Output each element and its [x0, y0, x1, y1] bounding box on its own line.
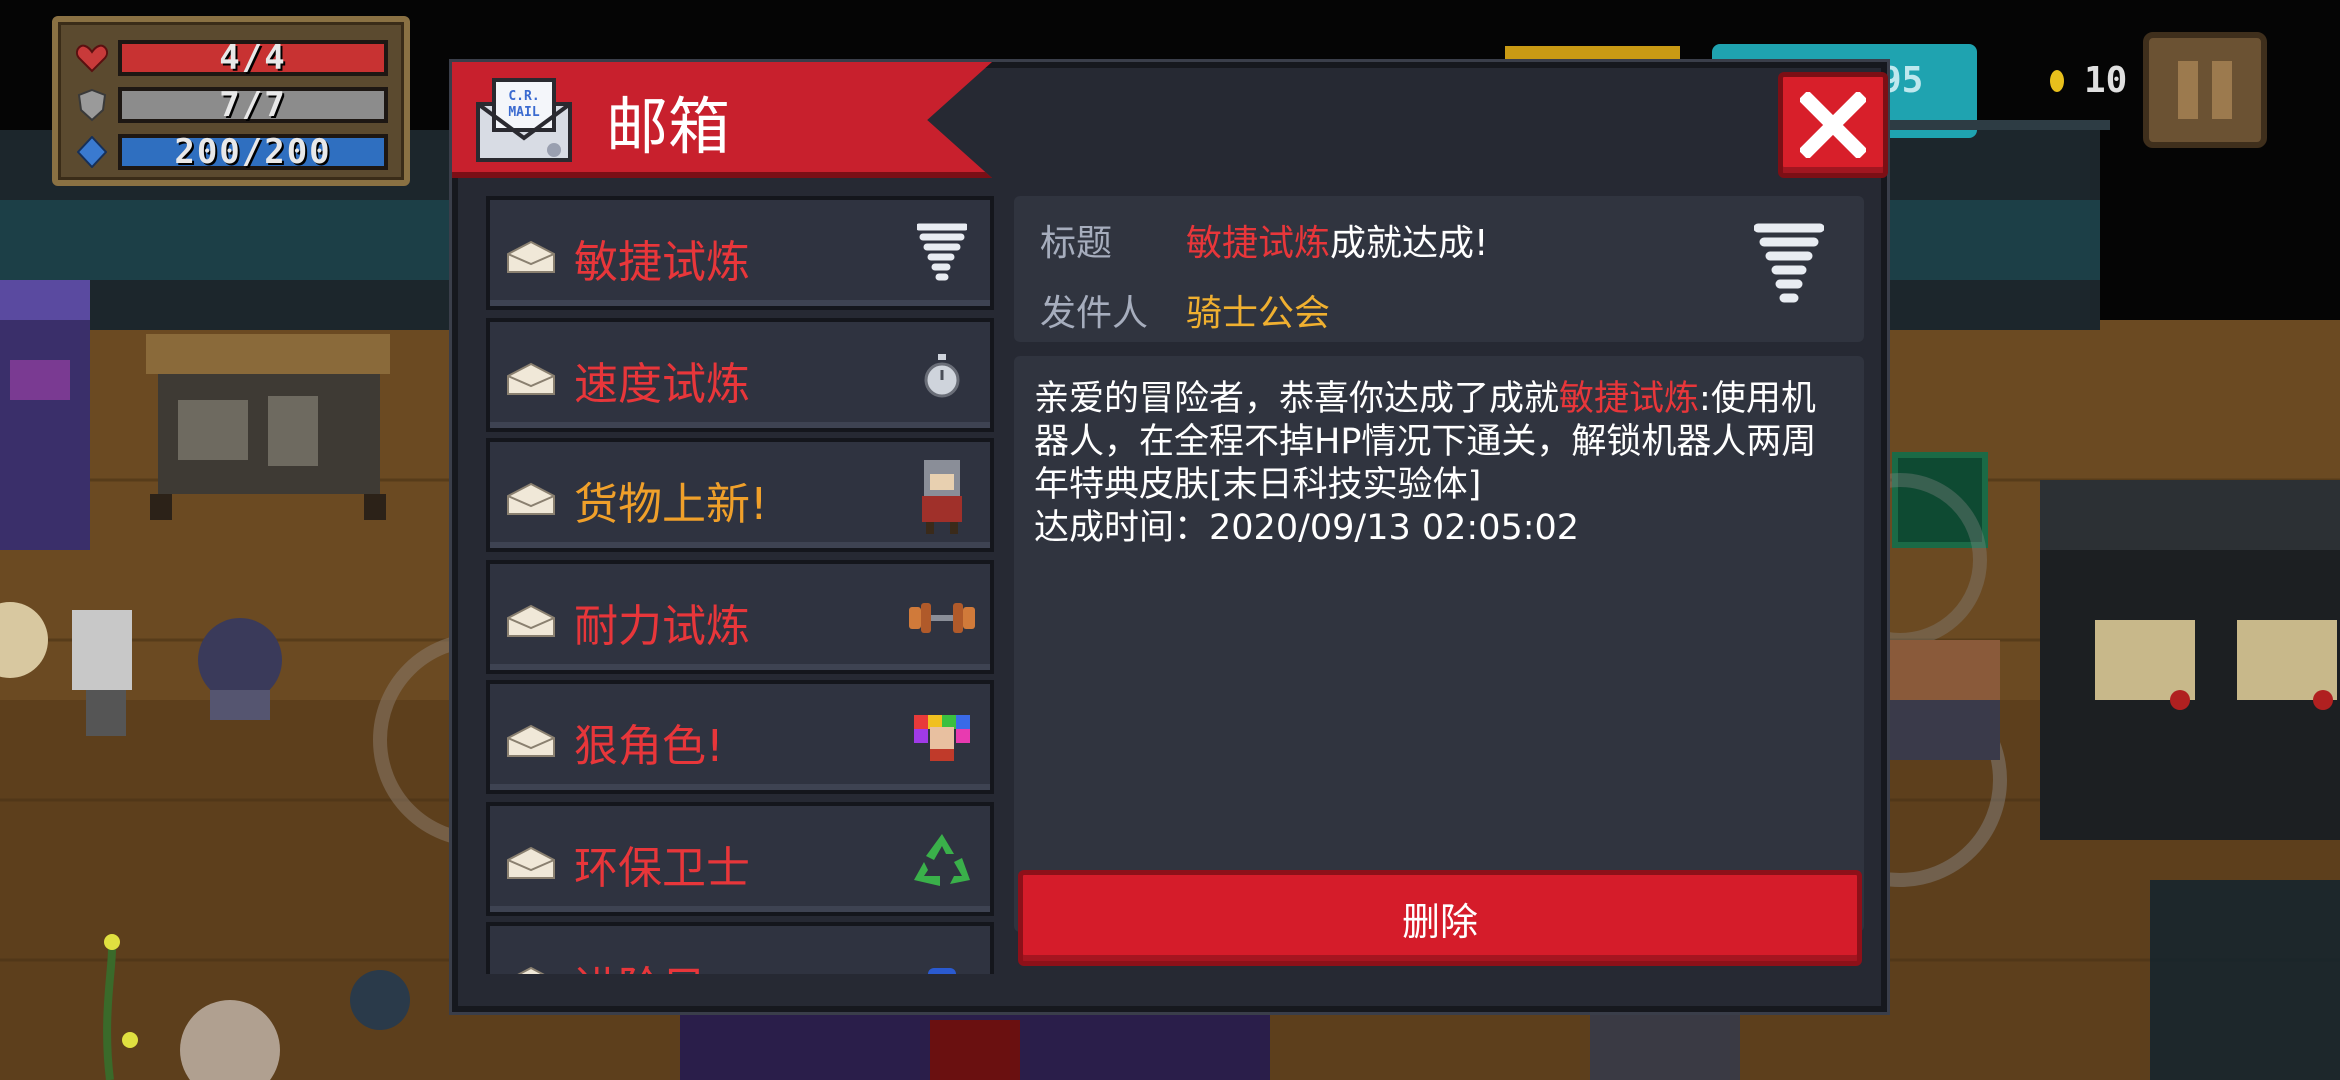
coin-counter: 10 — [2050, 60, 2127, 101]
player-stats-panel: 4/4 7/7 200/200 — [52, 16, 410, 186]
opened-envelope-icon — [507, 240, 555, 273]
mail-item-label: 环保卫士 — [574, 843, 750, 894]
energy-bar: 200/200 — [118, 131, 388, 172]
mail-item-label: 敏捷试炼 — [574, 237, 750, 288]
opened-envelope-icon — [507, 362, 555, 395]
close-button[interactable] — [1778, 72, 1888, 178]
mail-detail-body: 亲爱的冒险者，恭喜你达成了成就敏捷试炼:使用机器人，在全程不掉HP情况下通关，解… — [1014, 356, 1864, 932]
stopwatch-icon — [902, 336, 982, 416]
armor-row: 7/7 — [74, 81, 388, 128]
sender-value: 骑士公会 — [1186, 293, 1331, 334]
achieved-time-value: 2020/09/13 02:05:02 — [1209, 508, 1580, 548]
health-value: 4/4 — [219, 37, 287, 78]
mail-envelope-icon: C.R. MAIL — [476, 78, 572, 162]
opened-envelope-icon — [507, 482, 555, 515]
achieved-time-line: 达成时间：2020/09/13 02:05:02 — [1034, 507, 1844, 550]
svg-text:MAIL: MAIL — [508, 105, 539, 120]
health-row: 4/4 — [74, 34, 388, 81]
pause-button[interactable] — [2143, 32, 2267, 148]
character-icon — [902, 698, 982, 778]
mail-item-label: 狠角色! — [574, 721, 724, 772]
dialog-title: 邮箱 — [606, 90, 731, 163]
mail-item-label: 货物上新! — [574, 479, 768, 530]
coin-value: 10 — [2084, 60, 2128, 101]
tornado-icon — [1754, 223, 1824, 303]
energy-diamond-icon — [74, 134, 110, 170]
achieved-time-label: 达成时间： — [1034, 508, 1210, 548]
dialog-header: C.R. MAIL 邮箱 — [452, 62, 992, 178]
mail-list[interactable]: 敏捷试炼 速度试炼 货物上新! 耐力试炼 狠角色! 环保卫士 — [486, 196, 998, 974]
mail-item-label: 速度试炼 — [574, 359, 750, 410]
recycle-icon — [902, 820, 982, 900]
message-prefix: 亲爱的冒险者，恭喜你达成了成就 — [1034, 379, 1560, 419]
opened-envelope-icon — [507, 846, 555, 879]
mail-item[interactable]: 进阶目 — [486, 922, 994, 974]
pause-icon — [2178, 61, 2198, 119]
mail-item[interactable]: 速度试炼 — [486, 318, 994, 432]
mail-item[interactable]: 货物上新! — [486, 438, 994, 552]
energy-value: 200/200 — [174, 131, 332, 172]
mail-item[interactable]: 耐力试炼 — [486, 560, 994, 674]
sender-label: 发件人 — [1040, 293, 1149, 334]
opened-envelope-icon — [507, 604, 555, 637]
mail-message: 亲爱的冒险者，恭喜你达成了成就敏捷试炼:使用机器人，在全程不掉HP情况下通关，解… — [1034, 378, 1844, 507]
blue-item-icon — [902, 940, 982, 974]
mail-item[interactable]: 环保卫士 — [486, 802, 994, 916]
delete-button-label: 删除 — [1401, 899, 1478, 944]
subject-rest: 成就达成! — [1330, 223, 1489, 264]
coin-icon — [2050, 69, 2064, 92]
mail-item[interactable]: 狠角色! — [486, 680, 994, 794]
energy-row: 200/200 — [74, 128, 388, 175]
mail-item-label: 耐力试炼 — [574, 601, 750, 652]
armor-bar: 7/7 — [118, 84, 388, 125]
opened-envelope-icon — [507, 724, 555, 757]
mail-item[interactable]: 敏捷试炼 — [486, 196, 994, 310]
mail-detail-header: 标题 敏捷试炼成就达成! 发件人 骑士公会 — [1014, 196, 1864, 342]
delete-button[interactable]: 删除 — [1018, 870, 1862, 966]
opened-envelope-icon — [517, 966, 545, 974]
merchant-icon — [902, 456, 982, 536]
close-icon — [1800, 92, 1866, 158]
mailbox-dialog: C.R. MAIL 邮箱 敏捷试炼 速度试炼 货物上新! 耐力试炼 狠角色! 环… — [452, 62, 1888, 1012]
dumbbell-icon — [902, 578, 982, 658]
subject-value: 敏捷试炼成就达成! — [1186, 214, 1488, 266]
mail-item-label: 进阶目 — [574, 952, 706, 974]
subject-highlight: 敏捷试炼 — [1186, 223, 1331, 264]
tornado-icon — [902, 214, 982, 294]
heart-icon — [74, 40, 110, 76]
shield-icon — [74, 87, 110, 123]
gem-counter-value: 95 — [1880, 60, 1924, 101]
armor-value: 7/7 — [219, 84, 287, 125]
message-highlight: 敏捷试炼 — [1559, 379, 1700, 419]
health-bar: 4/4 — [118, 37, 388, 78]
svg-text:C.R.: C.R. — [508, 89, 539, 104]
subject-label: 标题 — [1040, 223, 1113, 264]
